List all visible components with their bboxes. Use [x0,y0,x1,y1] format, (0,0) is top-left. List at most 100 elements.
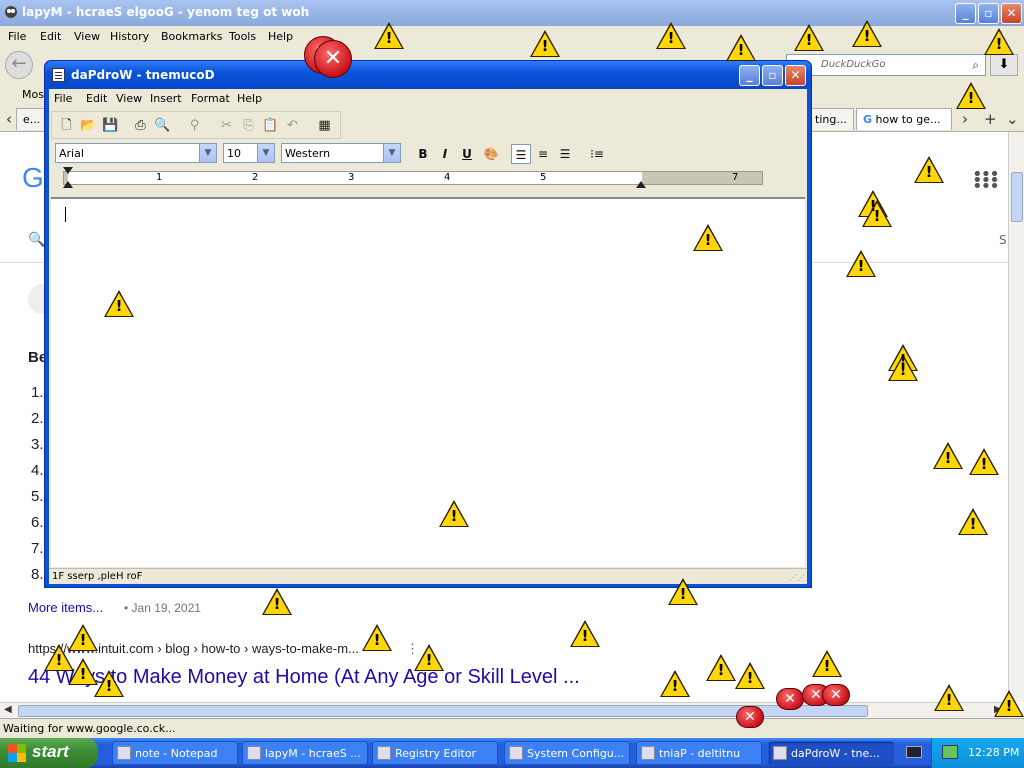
menu-file[interactable]: File [8,30,26,43]
task-notepad[interactable]: note - Notepad [112,741,238,765]
minimize-button[interactable]: _ [955,3,976,24]
search-engine-box[interactable]: DuckDuckGo ⌕ [786,54,986,76]
warning-icon[interactable]: ! [994,690,1024,718]
new-document-icon[interactable]: 🗋 [58,117,75,134]
print-preview-icon[interactable]: 🔍 [154,117,171,134]
maximize-button[interactable]: ▫ [978,3,999,24]
menu-edit[interactable]: Edit [86,92,107,105]
copy-icon[interactable]: ⎘ [240,117,257,134]
paste-icon[interactable]: 📋 [262,117,279,134]
right-indent-marker[interactable] [636,181,646,188]
warning-icon[interactable]: ! [104,290,134,318]
resize-grip-icon[interactable]: ⋰⋰ [789,573,805,582]
minimize-button[interactable]: _ [739,65,760,86]
warning-icon[interactable]: ! [794,24,824,52]
task-registry[interactable]: Registry Editor [372,741,498,765]
warning-icon[interactable]: ! [969,448,999,476]
google-logo[interactable]: G [22,162,44,194]
keyboard-icon[interactable] [906,746,922,758]
warning-icon[interactable]: ! [570,620,600,648]
task-wordpad[interactable]: daPdroW - tne... [768,741,894,765]
error-icon[interactable]: ✕ [822,684,850,706]
menu-view[interactable]: View [74,30,100,43]
warning-icon[interactable]: ! [934,684,964,712]
align-left-icon[interactable]: ☰ [511,144,531,164]
warning-icon[interactable]: ! [846,250,876,278]
tab-scroll-left-icon[interactable]: ‹ [6,110,12,128]
more-items-link[interactable]: More items... [28,600,103,615]
font-select[interactable]: Arial ▼ [55,143,217,163]
menu-edit[interactable]: Edit [40,30,61,43]
tab-list-icon[interactable]: ⌄ [1006,110,1019,128]
warning-icon[interactable]: ! [812,650,842,678]
color-palette-icon[interactable]: 🎨 [481,144,501,164]
warning-icon[interactable]: ! [262,588,292,616]
start-button[interactable]: start [0,738,98,768]
error-icon[interactable]: ✕ [736,706,764,728]
menu-file[interactable]: File [54,92,72,105]
close-button[interactable]: ✕ [1001,3,1022,24]
warning-icon[interactable]: ! [439,500,469,528]
error-icon[interactable]: ✕ [314,40,352,78]
network-icon[interactable] [942,745,958,759]
underline-button[interactable]: U [457,144,477,164]
font-size-select[interactable]: 10 ▼ [223,143,275,163]
magnifier-icon[interactable]: ⌕ [972,58,979,73]
warning-icon[interactable]: ! [735,662,765,690]
cut-icon[interactable]: ✂ [218,117,235,134]
warning-icon[interactable]: ! [668,578,698,606]
align-right-icon[interactable]: ☰ [555,144,575,164]
save-icon[interactable]: 💾 [102,117,119,134]
first-line-indent-marker[interactable] [63,167,73,174]
task-paint[interactable]: tniaP - deltitnu [636,741,762,765]
scroll-thumb[interactable] [1011,172,1023,222]
tab-active[interactable]: G how to ge... [856,108,952,130]
apps-grid-icon[interactable]: ••• ••• ••• [972,166,1000,196]
menu-view[interactable]: View [116,92,142,105]
warning-icon[interactable]: ! [660,670,690,698]
scroll-left-icon[interactable]: ◀ [4,704,12,715]
tab-2[interactable]: ting... [808,108,854,130]
close-button[interactable]: ✕ [785,65,806,86]
menu-help[interactable]: Help [268,30,293,43]
warning-icon[interactable]: ! [956,82,986,110]
document-editor[interactable] [51,197,805,567]
script-select[interactable]: Western ▼ [281,143,401,163]
undo-icon[interactable]: ↶ [284,117,301,134]
warning-icon[interactable]: ! [958,508,988,536]
italic-button[interactable]: I [435,144,455,164]
task-sysconfig[interactable]: System Configu... [504,741,630,765]
clock[interactable]: 12:28 PM [968,746,1019,759]
bold-button[interactable]: B [413,144,433,164]
search-icon[interactable]: 🔍 [28,232,45,248]
task-browser[interactable]: lapyM - hcraeS ... [242,741,368,765]
menu-help[interactable]: Help [237,92,262,105]
menu-format[interactable]: Format [191,92,230,105]
horizontal-scrollbar[interactable]: ◀ ▶ [0,702,1008,718]
menu-tools[interactable]: Tools [229,30,256,43]
warning-icon[interactable]: ! [933,442,963,470]
insert-datetime-icon[interactable]: ▦ [316,117,333,134]
wordpad-title-bar[interactable]: daPdroW - tnemucoD [45,61,811,89]
warning-icon[interactable]: ! [706,654,736,682]
warning-icon[interactable]: ! [94,670,124,698]
back-arrow-icon[interactable]: ← [5,51,33,79]
maximize-button[interactable]: ▫ [762,65,783,86]
warning-icon[interactable]: ! [726,34,756,62]
vertical-scrollbar[interactable] [1008,132,1024,702]
warning-icon[interactable]: ! [693,224,723,252]
menu-insert[interactable]: Insert [150,92,182,105]
menu-bookmarks[interactable]: Bookmarks [161,30,222,43]
new-tab-plus-icon[interactable]: + [984,110,997,128]
bullets-icon[interactable]: ⁝≡ [587,144,607,164]
tab-1[interactable]: e... [16,108,46,130]
menu-history[interactable]: History [110,30,149,43]
chevron-down-icon[interactable]: ▼ [257,144,274,162]
warning-icon[interactable]: ! [984,28,1014,56]
tab-scroll-right-icon[interactable]: › [962,110,968,128]
print-icon[interactable]: ⎙ [132,117,149,134]
chevron-down-icon[interactable]: ▼ [383,144,400,162]
chevron-down-icon[interactable]: ▼ [199,144,216,162]
warning-icon[interactable]: ! [362,624,392,652]
download-arrow-icon[interactable]: ⬇ [990,54,1018,76]
